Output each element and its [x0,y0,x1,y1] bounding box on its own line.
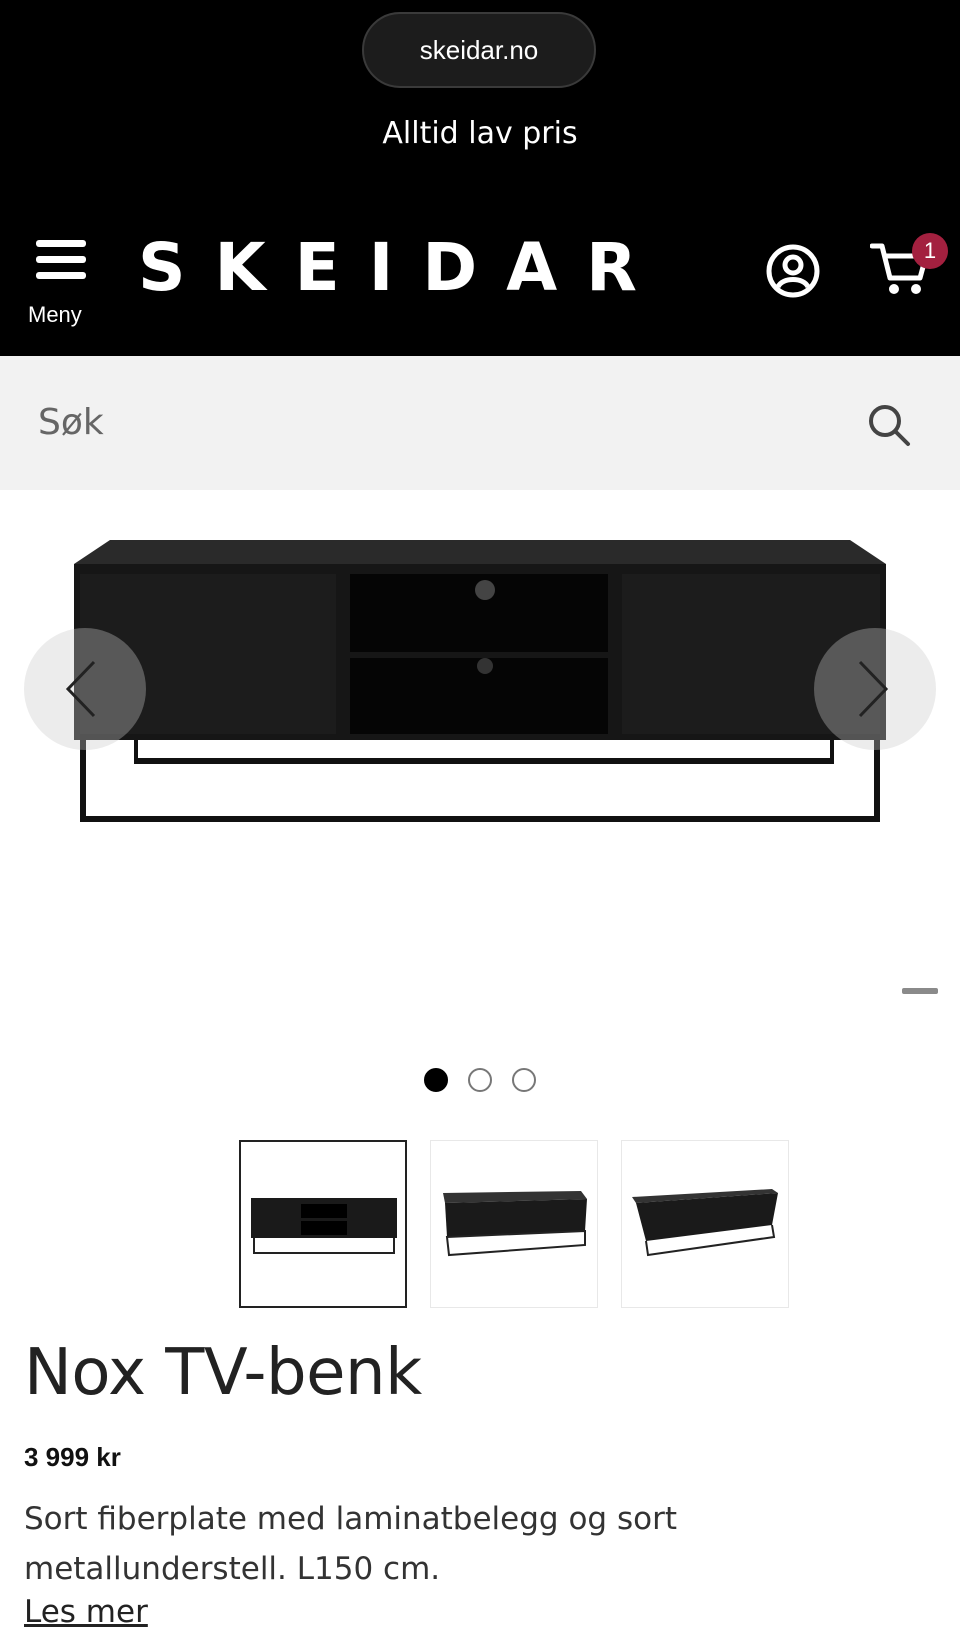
thumbnail-1[interactable] [239,1140,407,1308]
product-description: Sort fiberplate med laminatbelegg og sor… [24,1501,677,1587]
thumbnail-2[interactable] [430,1140,598,1308]
tagline: Alltid lav pris [382,116,578,151]
skeidar-logo[interactable]: SKEIDAR [138,228,666,308]
top-header: skeidar.no Alltid lav pris Meny SKEIDAR … [0,0,960,356]
scroll-indicator [902,988,938,994]
pagination-dot-3[interactable] [512,1068,536,1092]
thumbnail-3[interactable] [621,1140,789,1308]
next-image-button[interactable] [814,628,936,750]
chevron-right-icon [858,660,889,718]
account-icon[interactable] [766,244,820,298]
menu-button[interactable]: Meny [28,240,94,330]
read-more-link[interactable]: Les mer [24,1594,148,1630]
pagination-dot-1[interactable] [424,1068,448,1092]
chevron-left-icon [65,660,96,718]
product-title: Nox TV-benk [24,1336,422,1410]
thumbnail-strip [239,1140,789,1308]
pagination-dot-2[interactable] [468,1068,492,1092]
url-bar[interactable]: skeidar.no [362,12,596,88]
previous-image-button[interactable] [24,628,146,750]
product-price: 3 999 kr [24,1442,121,1472]
search-icon[interactable] [866,402,912,448]
product-image [74,540,886,822]
cart-count-badge: 1 [912,233,948,269]
gallery-pagination [424,1068,540,1092]
search-bar [0,356,960,490]
search-input[interactable] [38,392,818,452]
menu-label: Meny [28,302,82,327]
